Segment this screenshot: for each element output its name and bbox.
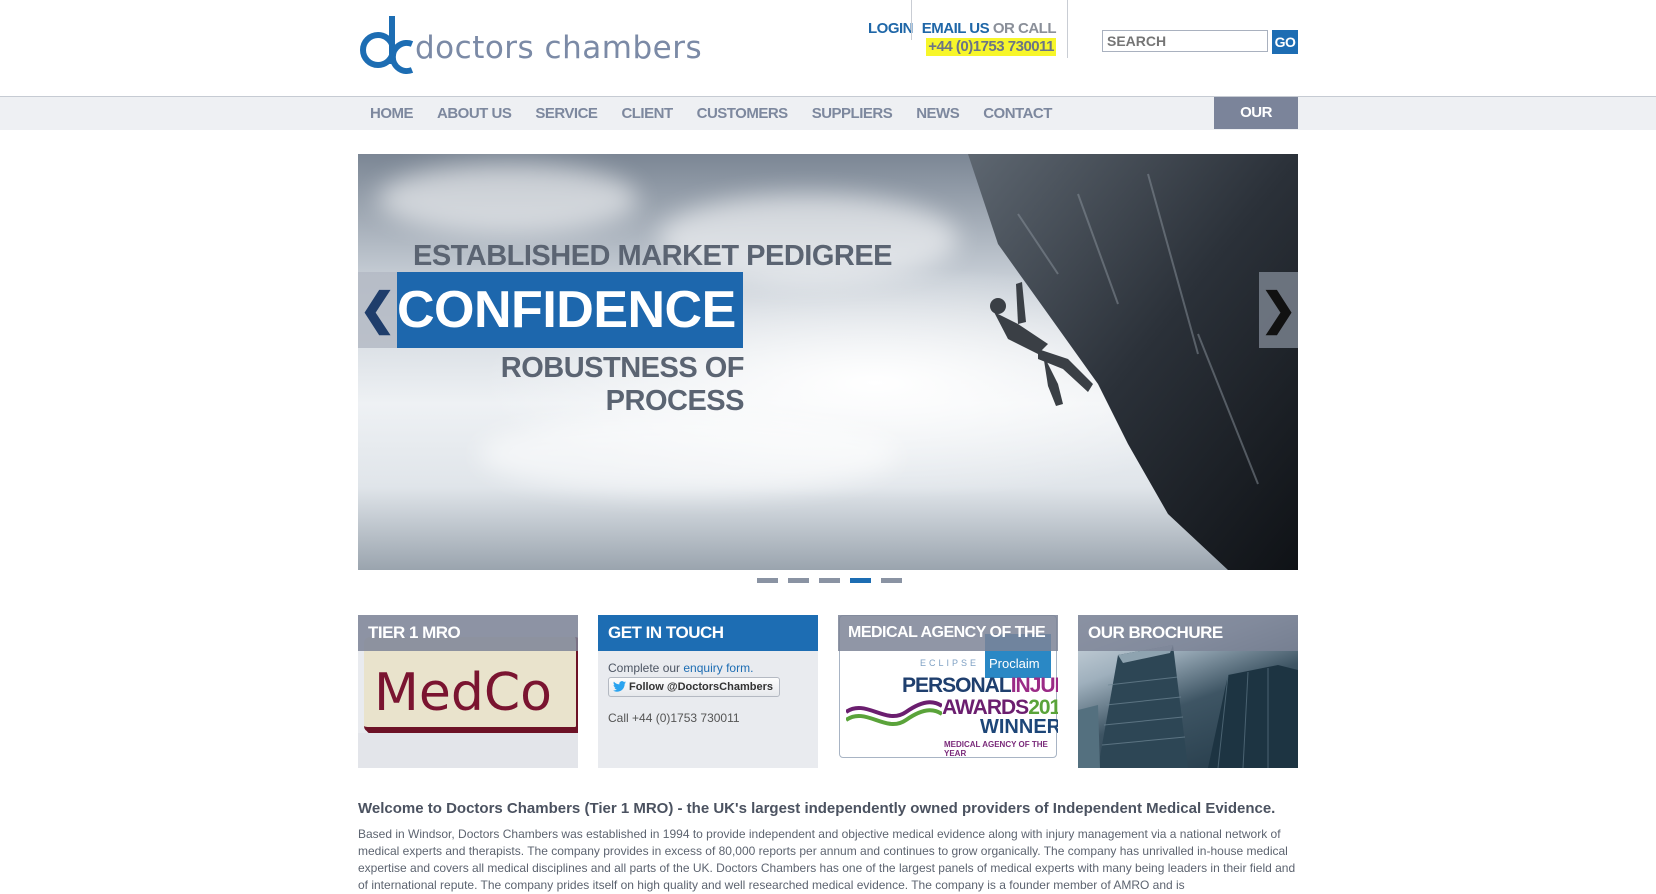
welcome-paragraph: Based in Windsor, Doctors Chambers was e… (358, 827, 1296, 892)
header-divider (911, 0, 912, 40)
twitter-follow-label: Follow @DoctorsChambers (629, 681, 773, 693)
cloud-shape (378, 164, 638, 234)
call-text: Call +44 (0)1753 730011 (608, 711, 740, 725)
slider-dot-active[interactable] (850, 578, 871, 583)
slider-pagination (757, 578, 902, 583)
nav-item-client[interactable]: CLIENT (609, 97, 684, 130)
box-title: MEDICAL AGENCY OF THE YEAR (838, 615, 1058, 677)
hero-subtitle-bottom: ROBUSTNESS OF PROCESS (500, 352, 745, 417)
slider-dot[interactable] (819, 578, 840, 583)
nav-item-customers[interactable]: CUSTOMERS (685, 97, 800, 130)
medco-logo-text: MedCo (374, 663, 552, 723)
slider-prev-icon[interactable]: ❮ (358, 272, 397, 348)
nav-item-about-us[interactable]: ABOUT US (425, 97, 523, 130)
award-subtitle: MEDICAL AGENCY OF THE YEAR (944, 740, 1048, 758)
eclipse-logo-text: ECLIPSE (920, 658, 980, 668)
medco-logo: MedCo (364, 637, 578, 732)
logo-text[interactable]: doctors chambers (415, 30, 702, 66)
header-divider (1067, 0, 1068, 58)
box-title: OUR BROCHURE (1078, 615, 1298, 651)
personal-word: PERSONAL (902, 674, 1012, 697)
tier-1-mro-box[interactable]: TIER 1 MRO MedCo (358, 615, 578, 768)
get-in-touch-box: GET IN TOUCH Complete our enquiry form. … (598, 615, 818, 768)
box-title: TIER 1 MRO (358, 615, 578, 651)
slider-next-icon[interactable]: ❯ (1259, 272, 1298, 348)
twitter-bird-icon (613, 681, 626, 692)
login-link[interactable]: LOGIN (868, 20, 914, 37)
climber-rock-image (968, 154, 1298, 570)
phone-number[interactable]: +44 (0)1753 730011 (926, 38, 1056, 56)
enquiry-text: Complete our enquiry form. (608, 661, 753, 675)
slider-dot[interactable] (757, 578, 778, 583)
twitter-follow-button[interactable]: Follow @DoctorsChambers (608, 677, 780, 697)
enquiry-form-link[interactable]: enquiry form. (683, 661, 753, 675)
main-nav: HOME ABOUT US SERVICE CLIENT CUSTOMERS S… (0, 96, 1656, 153)
site-header: doctors chambers LOGIN EMAIL US OR CALL … (0, 0, 1656, 96)
hero-slider: ESTABLISHED MARKET PEDIGREE CONFIDENCE R… (358, 154, 1298, 570)
personal-injury-text: PERSONALINJURY (902, 674, 1058, 698)
nav-item-home[interactable]: HOME (358, 97, 425, 130)
box-footer (358, 733, 578, 768)
cloud-shape (478, 414, 898, 494)
nav-item-contact[interactable]: CONTACT (971, 97, 1064, 130)
box-title: GET IN TOUCH (598, 615, 818, 651)
our-brochure-box[interactable]: OUR BROCHURE (1078, 615, 1298, 768)
search-input[interactable] (1102, 30, 1268, 52)
award-waves-icon (846, 700, 942, 727)
welcome-heading: Welcome to Doctors Chambers (Tier 1 MRO)… (358, 800, 1276, 817)
or-call-label: OR CALL (992, 20, 1057, 37)
complete-text: Complete our (608, 661, 684, 675)
injury-word: INJURY (1010, 674, 1058, 697)
winner-text: WINNER (980, 716, 1058, 738)
nav-item-suppliers[interactable]: SUPPLIERS (800, 97, 905, 130)
medical-agency-box[interactable]: Proclaim ECLIPSE PERSONALINJURY AWARDS20… (838, 615, 1058, 768)
hero-subtitle-top: ESTABLISHED MARKET PEDIGREE (413, 240, 893, 272)
contact-block: EMAIL US OR CALL +44 (0)1753 730011 (922, 20, 1057, 56)
hero-headline: CONFIDENCE (397, 272, 743, 348)
our-group-button[interactable]: OUR GROUP (1214, 97, 1298, 153)
search-go-button[interactable]: GO (1272, 30, 1298, 54)
nav-item-news[interactable]: NEWS (904, 97, 971, 130)
slider-dot[interactable] (788, 578, 809, 583)
nav-item-service[interactable]: SERVICE (523, 97, 609, 130)
email-us-link[interactable]: EMAIL US (922, 20, 990, 37)
nav-items: HOME ABOUT US SERVICE CLIENT CUSTOMERS S… (358, 97, 1064, 130)
slider-dot[interactable] (881, 578, 902, 583)
